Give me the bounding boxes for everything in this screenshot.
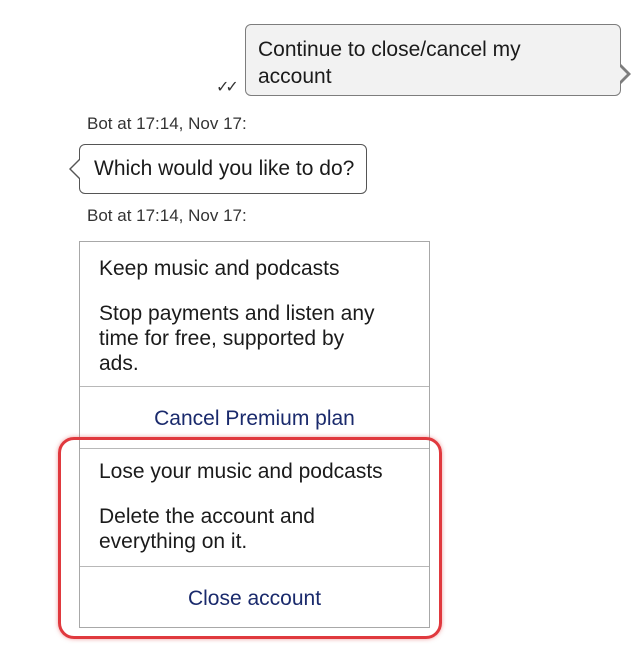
option-description-line: time for free, supported by <box>99 327 345 350</box>
option-description-line: everything on it. <box>99 530 248 553</box>
double-check-icon: ✓✓ <box>216 79 239 96</box>
option-lose-music: Lose your music and podcasts Delete the … <box>99 459 413 554</box>
option-title: Lose your music and podcasts <box>99 460 383 483</box>
option-description-line: Delete the account and <box>99 505 315 528</box>
option-keep-music: Keep music and podcasts Stop payments an… <box>99 256 413 376</box>
divider <box>80 448 429 449</box>
bubble-tail <box>69 158 80 180</box>
divider <box>80 386 429 387</box>
bubble-tail <box>618 63 631 85</box>
options-card: Keep music and podcasts Stop payments an… <box>79 241 430 628</box>
bot-message-text: Which would you like to do? <box>94 157 355 180</box>
option-title: Keep music and podcasts <box>99 257 340 280</box>
user-message-bubble: Continue to close/cancel my account <box>245 24 631 96</box>
option-description-line: Stop payments and listen any <box>99 302 375 325</box>
bot-timestamp: Bot at 17:14, Nov 17: <box>87 206 247 225</box>
bot-message-bubble: Which would you like to do? <box>69 144 368 194</box>
user-message-line-1: Continue to close/cancel my <box>258 38 521 61</box>
option-description: Delete the account and everything on it. <box>99 504 413 554</box>
user-message-line-2: account <box>258 65 332 88</box>
option-description: Stop payments and listen any time for fr… <box>99 301 413 376</box>
cancel-premium-plan-button[interactable]: Cancel Premium plan <box>80 406 429 431</box>
bot-timestamp: Bot at 17:14, Nov 17: <box>87 114 247 133</box>
divider <box>80 566 429 567</box>
close-account-button[interactable]: Close account <box>80 586 429 611</box>
option-description-line: ads. <box>99 352 139 375</box>
